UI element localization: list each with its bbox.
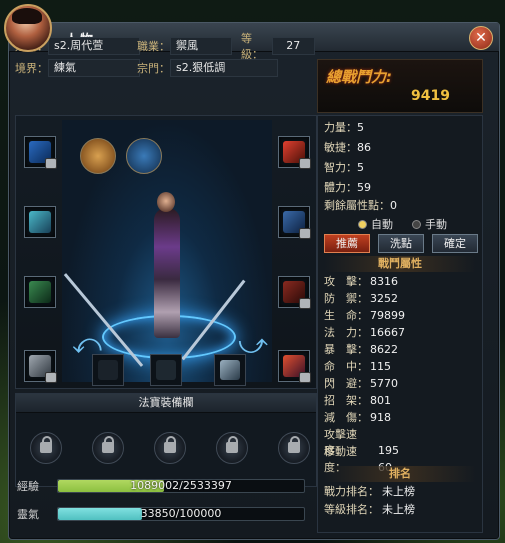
mount-slot[interactable] (92, 354, 124, 386)
sect-value: s2.狠低調 (170, 59, 278, 77)
lock-icon (45, 158, 57, 169)
armor-slot[interactable] (24, 206, 56, 238)
confirm-button[interactable]: 確定 (432, 234, 478, 253)
treasure-slot-1[interactable] (30, 432, 62, 464)
aura-track: 33850/100000 (57, 507, 305, 521)
aura-value: 33850/100000 (140, 507, 222, 520)
treasure-title: 法寶裝備欄 (16, 394, 316, 413)
treasure-slot-3[interactable] (154, 432, 186, 464)
ring-slot-right[interactable] (278, 350, 311, 383)
total-power-panel: 總戰鬥力: 9419 (317, 59, 483, 113)
equipment-panel: ⤺ ⤻ (15, 115, 317, 389)
character-model (154, 208, 180, 338)
lock-icon (288, 436, 300, 453)
rank-power: 戰力排名： 未上榜 (324, 485, 415, 498)
job-label: 職業： (137, 40, 170, 53)
treasure-slot-4[interactable] (216, 432, 248, 464)
attr-stamina: 體力：59 (324, 181, 371, 194)
shield-spirit-icon[interactable] (126, 138, 162, 174)
character-stage: ⤺ ⤻ (62, 120, 272, 382)
character-window: 人物 ✕ 姓名： s2.周代萱 職業： 禦風 等級： 27 境界： 練氣 宗門：… (8, 22, 500, 540)
treasure-equipment-panel: 法寶裝備欄 (15, 393, 317, 487)
attr-remaining-points: 剩餘屬性點：0 (324, 199, 397, 212)
combat-defense: 防 禦： 3252 (324, 292, 398, 305)
level-label: 等級： (241, 32, 263, 61)
character-info: 姓名： s2.周代萱 職業： 禦風 等級： 27 境界： 練氣 宗門： s2.狠… (15, 32, 315, 81)
sect-label: 宗門： (137, 62, 170, 75)
stats-panel: 力量：5 敏捷：86 智力：5 體力：59 剩餘屬性點：0 自動 手動 推薦 洗… (317, 115, 483, 533)
close-button[interactable]: ✕ (469, 26, 493, 50)
rank-level: 等級排名： 未上榜 (324, 503, 415, 516)
realm-value: 練氣 (48, 59, 140, 77)
ring-slot-left[interactable] (24, 350, 57, 383)
job-value: 禦風 (170, 37, 232, 55)
attr-agility: 敏捷：86 (324, 141, 371, 154)
amulet-slot[interactable] (278, 276, 311, 309)
lock-icon (299, 372, 311, 383)
mode-manual-radio[interactable]: 手動 (412, 216, 447, 232)
weapon-slot[interactable] (24, 136, 57, 169)
boots-slot[interactable] (278, 206, 311, 239)
lock-icon (45, 372, 57, 383)
treasure-slot-5[interactable] (278, 432, 310, 464)
lock-icon (299, 228, 311, 239)
wing-slot[interactable] (150, 354, 182, 386)
aura-label: 靈氣 (17, 508, 39, 521)
lock-icon (164, 436, 176, 453)
combat-parry: 招 架： 801 (324, 394, 391, 407)
lock-icon (40, 436, 52, 453)
belt-slot[interactable] (24, 276, 56, 308)
radio-dot-icon (412, 219, 421, 229)
attr-intelligence: 智力：5 (324, 161, 364, 174)
combat-hit: 命 中： 115 (324, 360, 391, 373)
treasure-slot-2[interactable] (92, 432, 124, 464)
lion-pet-icon[interactable] (80, 138, 116, 174)
combat-move-speed: 移動速度：60 (324, 445, 392, 474)
reset-button[interactable]: 洗點 (378, 234, 424, 253)
combat-dodge: 閃 避： 5770 (324, 377, 398, 390)
exp-label: 經驗 (17, 480, 39, 493)
exp-track: 1089002/2533397 (57, 479, 305, 493)
mode-auto-radio[interactable]: 自動 (358, 216, 393, 232)
exp-bar: 經驗 1089002/2533397 (15, 477, 315, 495)
combat-crit: 暴 擊： 8622 (324, 343, 398, 356)
rotate-right-arrow-icon[interactable]: ⤻ (238, 330, 268, 358)
combat-attack: 攻 擊： 8316 (324, 275, 398, 288)
combat-title: 戰鬥屬性 (324, 256, 476, 272)
combat-hp: 生 命： 79899 (324, 309, 405, 322)
total-power-label: 總戰鬥力: (326, 68, 392, 86)
rank-title: 排名 (324, 466, 476, 482)
combat-attack-speed: 攻擊速度： 195 (324, 428, 399, 457)
lock-icon (299, 158, 311, 169)
exp-value: 1089002/2533397 (130, 479, 232, 492)
attr-strength: 力量：5 (324, 121, 364, 134)
rotate-left-arrow-icon[interactable]: ⤺ (72, 330, 102, 358)
name-value: s2.周代萱 (48, 37, 140, 55)
lock-icon (226, 436, 238, 453)
necklace-slot[interactable] (278, 136, 311, 169)
close-icon: ✕ (475, 30, 487, 46)
combat-damage-reduction: 減 傷： 918 (324, 411, 391, 424)
lock-icon (299, 298, 311, 309)
lock-icon (102, 436, 114, 453)
weapon-secondary-slot[interactable] (214, 354, 246, 386)
recommend-button[interactable]: 推薦 (324, 234, 370, 253)
radio-dot-icon (358, 219, 367, 229)
character-avatar (4, 4, 52, 52)
character-head (157, 192, 175, 212)
total-power-value: 9419 (411, 88, 450, 104)
combat-mana: 法 力： 16667 (324, 326, 405, 339)
realm-label: 境界： (15, 62, 48, 75)
level-value: 27 (271, 37, 315, 55)
aura-bar: 靈氣 33850/100000 (15, 505, 315, 523)
